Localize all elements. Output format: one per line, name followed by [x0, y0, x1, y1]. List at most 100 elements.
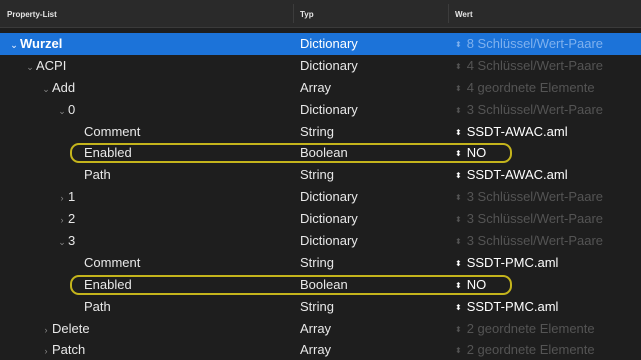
table-row[interactable]: ⌄ 0 Dictionary ⬍ 3 Schlüssel/Wert-Paare — [0, 99, 641, 121]
column-divider[interactable] — [293, 4, 294, 23]
chevron-down-icon[interactable]: ⌄ — [56, 232, 68, 254]
row-type[interactable]: Dictionary — [300, 99, 358, 121]
stepper-icon[interactable]: ⬍ — [455, 340, 462, 360]
row-value[interactable]: SSDT-PMC.aml — [467, 299, 559, 314]
row-value[interactable]: SSDT-PMC.aml — [467, 255, 559, 270]
table-row[interactable]: Comment String ⬍ SSDT-PMC.aml — [0, 252, 641, 274]
row-value[interactable]: 8 Schlüssel/Wert-Paare — [467, 36, 603, 51]
row-key-cell: Path — [0, 296, 111, 318]
row-type[interactable]: Dictionary — [300, 186, 358, 208]
chevron-right-icon[interactable]: › — [56, 188, 68, 210]
stepper-icon[interactable]: ⬍ — [455, 187, 462, 209]
row-value-cell: ⬍ SSDT-PMC.aml — [455, 296, 558, 319]
row-key[interactable]: Comment — [84, 255, 140, 270]
row-type[interactable]: String — [300, 164, 334, 186]
plist-editor: Property-List Typ Wert ⌄ Wurzel Dictionary… — [0, 0, 641, 360]
chevron-down-icon[interactable]: ⌄ — [8, 35, 20, 57]
row-value[interactable]: 3 Schlüssel/Wert-Paare — [467, 211, 603, 226]
row-key[interactable]: Delete — [52, 321, 90, 336]
table-row[interactable]: Enabled Boolean ⬍ NO — [0, 274, 641, 296]
row-key-cell: ⌄ 3 — [0, 230, 75, 254]
chevron-right-icon[interactable]: › — [56, 210, 68, 232]
column-divider[interactable] — [448, 4, 449, 23]
table-row[interactable]: › 2 Dictionary ⬍ 3 Schlüssel/Wert-Paare — [0, 208, 641, 230]
chevron-down-icon[interactable]: ⌄ — [40, 79, 52, 101]
row-key[interactable]: 2 — [68, 211, 75, 226]
stepper-icon[interactable]: ⬍ — [455, 231, 462, 253]
row-type[interactable]: Array — [300, 318, 331, 340]
row-key-cell: ⌄ Add — [0, 77, 75, 101]
column-header-value[interactable]: Wert — [455, 10, 473, 19]
row-value[interactable]: 2 geordnete Elemente — [467, 321, 595, 336]
row-value[interactable]: 3 Schlüssel/Wert-Paare — [467, 102, 603, 117]
row-type[interactable]: String — [300, 252, 334, 274]
stepper-icon[interactable]: ⬍ — [455, 319, 462, 341]
row-value-cell: ⬍ 3 Schlüssel/Wert-Paare — [455, 230, 603, 253]
row-type[interactable]: Dictionary — [300, 33, 358, 55]
row-type[interactable]: Array — [300, 339, 331, 360]
row-type[interactable]: String — [300, 296, 334, 318]
row-type[interactable]: Dictionary — [300, 55, 358, 77]
row-value[interactable]: SSDT-AWAC.aml — [467, 167, 568, 182]
table-row[interactable]: ⌄ ACPI Dictionary ⬍ 4 Schlüssel/Wert-Paare — [0, 55, 641, 77]
chevron-right-icon[interactable]: › — [40, 341, 52, 360]
stepper-icon[interactable]: ⬍ — [455, 122, 462, 144]
row-key[interactable]: Comment — [84, 124, 140, 139]
row-value[interactable]: 2 geordnete Elemente — [467, 342, 595, 357]
table-row[interactable]: › Delete Array ⬍ 2 geordnete Elemente — [0, 318, 641, 340]
row-value-cell: ⬍ 3 Schlüssel/Wert-Paare — [455, 208, 603, 231]
table-row[interactable]: Enabled Boolean ⬍ NO — [0, 142, 641, 164]
row-value[interactable]: 3 Schlüssel/Wert-Paare — [467, 233, 603, 248]
chevron-right-icon[interactable]: › — [40, 320, 52, 342]
row-key[interactable]: 1 — [68, 189, 75, 204]
row-key[interactable]: 3 — [68, 233, 75, 248]
table-row[interactable]: Path String ⬍ SSDT-AWAC.aml — [0, 164, 641, 186]
row-value-cell: ⬍ 3 Schlüssel/Wert-Paare — [455, 99, 603, 122]
highlight-ring — [70, 274, 512, 295]
column-header-key[interactable]: Property-List — [7, 10, 57, 19]
row-type[interactable]: Dictionary — [300, 208, 358, 230]
row-key[interactable]: 0 — [68, 102, 75, 117]
row-key[interactable]: Patch — [52, 342, 85, 357]
row-value-cell: ⬍ 8 Schlüssel/Wert-Paare — [455, 33, 603, 56]
chevron-down-icon[interactable]: ⌄ — [24, 57, 36, 79]
stepper-icon[interactable]: ⬍ — [455, 100, 462, 122]
row-key[interactable]: ACPI — [36, 58, 66, 73]
table-row[interactable]: › 1 Dictionary ⬍ 3 Schlüssel/Wert-Paare — [0, 186, 641, 208]
stepper-icon[interactable]: ⬍ — [455, 78, 462, 100]
table-row[interactable]: Path String ⬍ SSDT-PMC.aml — [0, 296, 641, 318]
row-key[interactable]: Add — [52, 80, 75, 95]
row-type[interactable]: String — [300, 121, 334, 143]
stepper-icon[interactable]: ⬍ — [455, 165, 462, 187]
outline-rows: ⌄ Wurzel Dictionary ⬍ 8 Schlüssel/Wert-Paare… — [0, 33, 641, 360]
row-value[interactable]: SSDT-AWAC.aml — [467, 124, 568, 139]
stepper-icon[interactable]: ⬍ — [455, 297, 462, 319]
row-value-cell: ⬍ SSDT-PMC.aml — [455, 252, 558, 275]
row-type[interactable]: Dictionary — [300, 230, 358, 252]
stepper-icon[interactable]: ⬍ — [455, 209, 462, 231]
row-value[interactable]: 4 geordnete Elemente — [467, 80, 595, 95]
row-key[interactable]: Path — [84, 299, 111, 314]
stepper-icon[interactable]: ⬍ — [455, 56, 462, 78]
chevron-down-icon[interactable]: ⌄ — [56, 101, 68, 123]
table-row[interactable]: Comment String ⬍ SSDT-AWAC.aml — [0, 121, 641, 143]
highlight-ring — [70, 143, 512, 164]
row-key-cell: ⌄ Wurzel — [0, 33, 62, 57]
table-row[interactable]: › Patch Array ⬍ 2 geordnete Elemente — [0, 339, 641, 360]
stepper-icon[interactable]: ⬍ — [455, 253, 462, 275]
table-row[interactable]: ⌄ Add Array ⬍ 4 geordnete Elemente — [0, 77, 641, 99]
row-value-cell: ⬍ 2 geordnete Elemente — [455, 339, 595, 360]
stepper-icon[interactable]: ⬍ — [455, 34, 462, 56]
row-type[interactable]: Array — [300, 77, 331, 99]
row-key-cell: › 1 — [0, 186, 76, 210]
column-header-type[interactable]: Typ — [300, 10, 314, 19]
row-value-cell: ⬍ 4 Schlüssel/Wert-Paare — [455, 55, 603, 78]
table-row[interactable]: ⌄ Wurzel Dictionary ⬍ 8 Schlüssel/Wert-Paare — [0, 33, 641, 55]
row-value[interactable]: 3 Schlüssel/Wert-Paare — [467, 189, 603, 204]
row-value-cell: ⬍ 2 geordnete Elemente — [455, 318, 595, 341]
row-key[interactable]: Wurzel — [20, 36, 62, 51]
row-key[interactable]: Path — [84, 167, 111, 182]
table-row[interactable]: ⌄ 3 Dictionary ⬍ 3 Schlüssel/Wert-Paare — [0, 230, 641, 252]
row-value[interactable]: 4 Schlüssel/Wert-Paare — [467, 58, 603, 73]
row-key-cell: ⌄ ACPI — [0, 55, 66, 79]
